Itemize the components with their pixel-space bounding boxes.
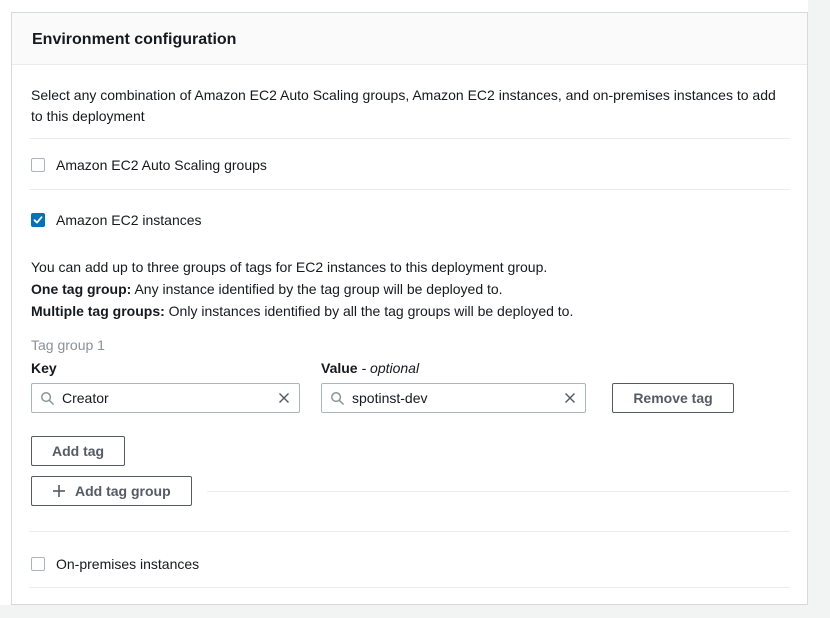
add-tag-button[interactable]: Add tag: [31, 436, 125, 466]
value-input[interactable]: [352, 390, 563, 406]
auto-scaling-groups-label[interactable]: Amazon EC2 Auto Scaling groups: [56, 155, 267, 175]
key-label: Key: [31, 359, 300, 377]
tag-field-labels: Key Value - optional: [31, 359, 787, 377]
search-icon: [40, 391, 55, 406]
auto-scaling-groups-checkbox[interactable]: [31, 158, 45, 172]
value-label: Value: [321, 360, 358, 376]
panel-description: Select any combination of Amazon EC2 Aut…: [12, 65, 802, 138]
tag-inputs-row: Remove tag: [31, 383, 787, 413]
page-gutter-bottom: [0, 605, 830, 618]
checkbox-row-ec2-instances: Amazon EC2 instances: [12, 190, 807, 230]
environment-configuration-panel: Environment configuration Select any com…: [11, 12, 808, 605]
tags-help-line3: Multiple tag groups: Only instances iden…: [31, 300, 787, 322]
search-icon: [330, 391, 345, 406]
tag-group-title: Tag group 1: [31, 335, 787, 355]
panel-header: Environment configuration: [12, 13, 807, 65]
add-tag-group-label: Add tag group: [75, 483, 171, 499]
on-premises-checkbox[interactable]: [31, 557, 45, 571]
multiple-tag-groups-term: Multiple tag groups:: [31, 303, 165, 319]
value-input-container: [321, 383, 586, 413]
one-tag-group-desc: Any instance identified by the tag group…: [131, 281, 502, 297]
divider: [29, 587, 790, 588]
multiple-tag-groups-desc: Only instances identified by all the tag…: [165, 303, 574, 319]
clear-value-icon[interactable]: [563, 391, 577, 405]
key-input-container: [31, 383, 300, 413]
tags-help-line2: One tag group: Any instance identified b…: [31, 278, 787, 300]
add-tag-group-row: Add tag group: [31, 476, 790, 506]
tags-help-line1: You can add up to three groups of tags f…: [31, 256, 787, 278]
panel-title: Environment configuration: [32, 31, 787, 49]
horizontal-rule: [207, 491, 790, 492]
checkbox-row-auto-scaling-groups: Amazon EC2 Auto Scaling groups: [12, 139, 807, 189]
tags-help-text: You can add up to three groups of tags f…: [31, 256, 787, 322]
page-gutter-right: [808, 0, 830, 618]
add-tag-group-button[interactable]: Add tag group: [31, 476, 192, 506]
clear-key-icon[interactable]: [277, 391, 291, 405]
checkmark-icon: [33, 215, 43, 225]
ec2-instances-checkbox[interactable]: [31, 213, 45, 227]
on-premises-label[interactable]: On-premises instances: [56, 554, 199, 574]
value-optional-label: - optional: [358, 360, 419, 376]
key-input[interactable]: [62, 390, 277, 406]
checkbox-row-on-premises: On-premises instances: [12, 532, 807, 587]
remove-tag-button[interactable]: Remove tag: [612, 383, 734, 413]
ec2-instances-label[interactable]: Amazon EC2 instances: [56, 210, 202, 230]
value-label-group: Value - optional: [321, 359, 419, 377]
plus-icon: [52, 484, 66, 498]
one-tag-group-term: One tag group:: [31, 281, 131, 297]
